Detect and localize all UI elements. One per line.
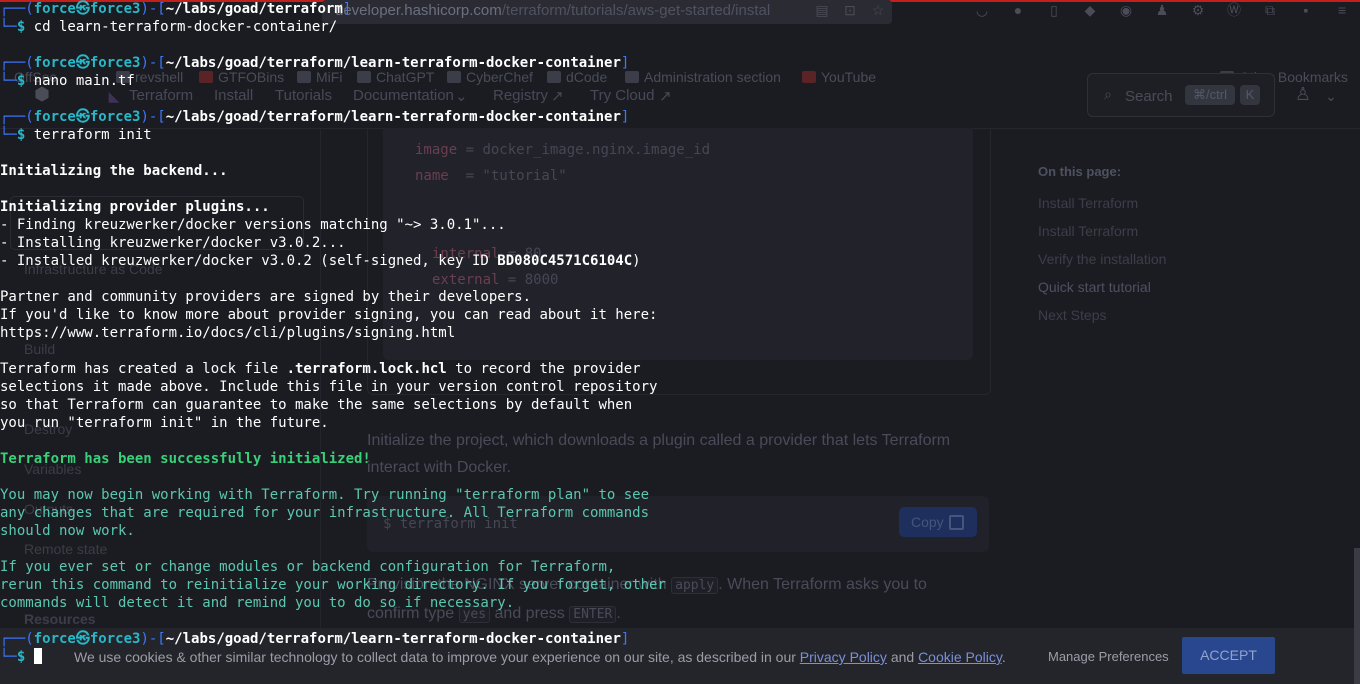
terminal-prompt: ┌──(force㉿force3)-[~/labs/goad/terraform… <box>0 109 630 125</box>
terminal-output-line: - Finding kreuzwerker/docker versions ma… <box>0 217 506 233</box>
terminal-output-line: Terraform has created a lock file .terra… <box>0 361 641 377</box>
terminal-command: └─$ nano main.tf <box>0 73 135 89</box>
terminal-output-line: any changes that are required for your i… <box>0 505 650 521</box>
terminal-prompt: ┌──(force㉿force3)-[~/labs/goad/terraform… <box>0 631 630 647</box>
terminal-output-line: https://www.terraform.io/docs/cli/plugin… <box>0 325 456 341</box>
terminal-command: └─$ cd learn-terraform-docker-container/ <box>0 19 338 35</box>
terminal-output-line: selections it made above. Include this f… <box>0 379 658 395</box>
terminal-output-line: Partner and community providers are sign… <box>0 289 532 305</box>
terminal-prompt: ┌──(force㉿force3)-[~/labs/goad/terraform… <box>0 1 352 17</box>
terminal-cursor <box>33 648 42 664</box>
terminal-output-line: commands will detect it and remind you t… <box>0 595 515 611</box>
terminal-output-line: you run "terraform init" in the future. <box>0 415 329 431</box>
terminal-command: └─$ terraform init <box>0 127 152 143</box>
terminal-success-line: Terraform has been successfully initiali… <box>0 451 371 467</box>
terminal-output-line: If you'd like to know more about provide… <box>0 307 658 323</box>
terminal-prompt: ┌──(force㉿force3)-[~/labs/goad/terraform… <box>0 55 630 71</box>
terminal[interactable]: ┌──(force㉿force3)-[~/labs/goad/terraform… <box>0 0 1360 684</box>
terminal-output-line: If you ever set or change modules or bac… <box>0 559 616 575</box>
terminal-output-line: - Installed kreuzwerker/docker v3.0.2 (s… <box>0 253 641 269</box>
terminal-output-line: should now work. <box>0 523 135 539</box>
terminal-output-line: You may now begin working with Terraform… <box>0 487 650 503</box>
terminal-output-line: Initializing the backend... <box>0 163 228 179</box>
terminal-output-line: so that Terraform can guarantee to make … <box>0 397 633 413</box>
terminal-output-line: - Installing kreuzwerker/docker v3.0.2..… <box>0 235 346 251</box>
terminal-output-line: Initializing provider plugins... <box>0 199 270 215</box>
terminal-output-line: rerun this command to reinitialize your … <box>0 577 666 593</box>
terminal-input-line[interactable]: └─$ <box>0 648 42 666</box>
